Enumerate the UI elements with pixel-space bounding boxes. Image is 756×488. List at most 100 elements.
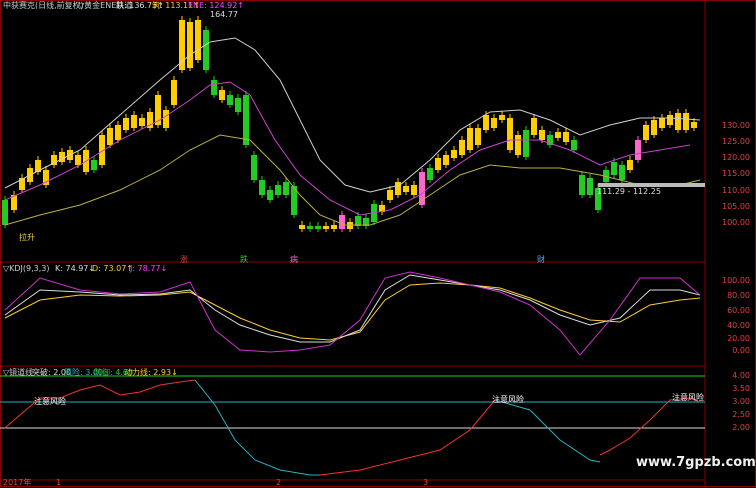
candle-body [219,90,225,100]
kdj-tick: 60.00 [727,306,750,315]
candle-body [331,225,337,229]
candle-body [443,155,449,165]
candle-body [491,118,497,128]
bottom-tag-4: 财 [537,255,545,264]
candle-body [115,125,121,140]
kdj-j-line [4,271,701,356]
candle-body [251,155,257,180]
candle-body [179,20,185,70]
candle-body [667,115,673,125]
candle-body [467,128,473,150]
candle-body [427,168,433,180]
candle-body [227,95,233,105]
kdj-k-line [4,274,701,343]
main-price-chart [2,16,705,232]
price-tick: 125.00 [722,137,750,146]
channel-chart [0,375,705,476]
candle-body [515,135,521,155]
candle-body [75,155,81,165]
candle-body [531,118,537,135]
price-tick: 100.00 [722,218,750,227]
candle-body [2,200,8,225]
candle-body [651,120,657,135]
candle-body [403,186,409,192]
candle-body [91,160,97,170]
price-tick: 115.00 [722,169,750,178]
candle-body [611,162,617,175]
candle-body [163,110,169,128]
candle-body [475,128,481,145]
candle-body [395,182,401,195]
candle-body [635,140,641,160]
high-marker: 164.77 [210,10,238,19]
price-tick: 105.00 [722,202,750,211]
candle-body [563,132,569,142]
risk-annotation: 注意风险 [492,395,524,404]
candle-body [339,215,345,229]
candle-body [675,113,681,130]
kdj-tick: 40.00 [727,321,750,330]
channel-tick: 3.50 [732,384,750,393]
power-line-up [319,399,496,476]
candle-body [507,118,513,150]
price-tick: 120.00 [722,153,750,162]
candle-body [171,80,177,105]
candle-body [131,115,137,128]
candle-body [315,226,321,229]
kdj-tick: 20.00 [727,334,750,343]
channel-tick: 3.00 [732,397,750,406]
kdj-tick: 0.00 [732,346,750,355]
candle-body [387,190,393,200]
candle-body [187,22,193,68]
candle-body [659,118,665,128]
kdj-d-line [4,282,701,341]
candle-body [323,226,329,229]
price-tick: 130.00 [722,121,750,130]
candle-body [235,98,241,112]
candle-body [627,160,633,170]
candle-body [459,140,465,155]
kdj-tick: 80.00 [727,291,750,300]
candle-body [587,178,593,195]
channel-l4: 动力线: 2.93↓ [124,368,178,377]
kdj-d-label: D: 73.07↑ [92,264,134,273]
candle-body [139,118,145,126]
candle-body [107,128,113,145]
candle-body [435,158,441,170]
candle-body [267,190,273,200]
candle-body [523,130,529,157]
kdj-tick: 100.00 [722,276,750,285]
risk-annotation: 注意风险 [34,397,66,406]
candle-body [211,80,217,95]
candle-body [555,132,561,138]
price-tick: 110.00 [722,186,750,195]
candle-body [499,115,505,120]
candle-body [411,185,417,195]
candle-body [619,165,625,180]
candle-body [283,182,289,195]
candle-body [571,140,577,150]
candle-body [123,118,129,130]
channel-tick: 4.00 [732,371,750,380]
bottom-tag-3: 病 [290,255,298,264]
candle-body [299,225,305,229]
channel-tick: 2.00 [732,423,750,432]
bottom-tag-1: 涨 [180,255,188,264]
candle-body [691,122,697,128]
candle-body [451,150,457,158]
candle-body [275,185,281,195]
stock-title: 中获赛克(日线,前复权) [3,1,84,10]
range-text: 111.29 - 112.25 [597,187,661,196]
kdj-title: ▽KDJ(9,3,3) [3,264,50,273]
chart-stage [0,0,756,487]
candle-body [483,115,489,130]
candle-body [243,95,249,145]
left-tag: 拉升 [19,233,35,242]
candle-body [259,180,265,195]
candle-body [539,130,545,140]
candle-body [307,226,313,229]
channel-title: ▽镜道线 [3,368,34,377]
candle-body [203,30,209,70]
risk-annotation: 注意风险 [672,393,704,402]
channel-tick: 2.50 [732,410,750,419]
